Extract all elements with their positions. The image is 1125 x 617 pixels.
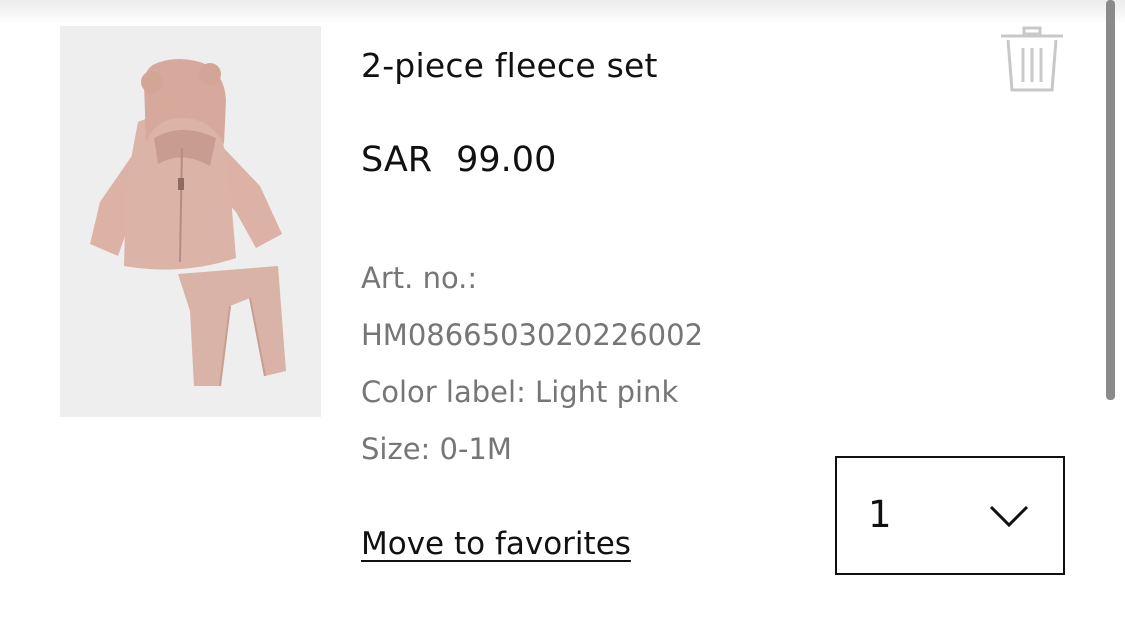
scrollbar[interactable] — [1106, 0, 1115, 400]
product-price: SAR 99.00 — [361, 140, 556, 180]
product-title: 2-piece fleece set — [361, 46, 658, 85]
move-to-favorites-link[interactable]: Move to favorites — [361, 526, 631, 562]
quantity-value: 1 — [868, 493, 892, 536]
trash-icon — [1001, 26, 1063, 92]
price-amount: 99.00 — [456, 140, 557, 180]
product-image[interactable] — [60, 26, 321, 417]
fleece-set-illustration — [90, 59, 286, 387]
product-details: Art. no.: HM0866503020226002 Color label… — [361, 250, 703, 478]
color-label: Color label: Light pink — [361, 375, 679, 409]
remove-item-button[interactable] — [998, 26, 1066, 98]
top-shadow — [0, 0, 1125, 24]
article-number-label: Art. no.: — [361, 261, 478, 295]
size-label: Size: 0-1M — [361, 432, 512, 466]
chevron-down-icon — [989, 505, 1029, 528]
article-number-value: HM0866503020226002 — [361, 318, 704, 352]
quantity-dropdown[interactable]: 1 — [835, 456, 1065, 575]
price-currency: SAR — [361, 140, 433, 180]
